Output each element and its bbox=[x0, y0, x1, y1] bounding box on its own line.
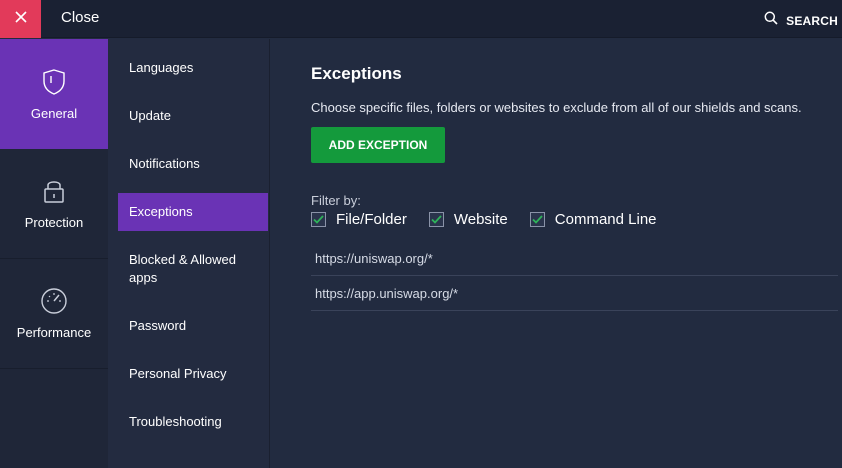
filter-file-folder[interactable]: File/Folder bbox=[311, 211, 407, 228]
page-description: Choose specific files, folders or websit… bbox=[311, 100, 802, 115]
checkbox-file-folder[interactable] bbox=[311, 212, 326, 227]
checkmark-icon bbox=[313, 215, 324, 224]
rail-item-performance[interactable]: Performance bbox=[0, 259, 108, 369]
filter-label-website: Website bbox=[453, 211, 508, 228]
checkmark-icon bbox=[532, 215, 543, 224]
exception-row[interactable]: https://uniswap.org/* bbox=[311, 241, 838, 276]
page-title: Exceptions bbox=[311, 64, 402, 83]
lock-icon bbox=[40, 177, 68, 205]
rail-item-label: Performance bbox=[16, 325, 92, 340]
subnav-item-label: Exceptions bbox=[129, 204, 193, 219]
search-button[interactable]: SEARCH bbox=[764, 11, 838, 30]
subnav-item-personal-privacy[interactable]: Personal Privacy bbox=[118, 365, 268, 383]
shield-icon bbox=[40, 68, 68, 96]
exceptions-list: https://uniswap.org/* https://app.uniswa… bbox=[311, 241, 838, 311]
title-bar: Close SEARCH bbox=[0, 0, 842, 38]
subnav-item-exceptions[interactable]: Exceptions bbox=[118, 193, 268, 231]
rail-item-general[interactable]: General bbox=[0, 39, 108, 149]
filter-command-line[interactable]: Command Line bbox=[529, 211, 657, 228]
subnav-item-blocked-allowed-apps[interactable]: Blocked & Allowed apps bbox=[118, 251, 258, 287]
settings-subnav: Languages Update Notifications Exception… bbox=[108, 39, 270, 468]
close-button[interactable] bbox=[0, 0, 41, 38]
filter-label-command-line: Command Line bbox=[554, 211, 657, 228]
add-exception-button[interactable]: ADD EXCEPTION bbox=[311, 127, 445, 163]
rail-item-label: Protection bbox=[24, 215, 84, 230]
close-label[interactable]: Close bbox=[61, 9, 99, 26]
filter-group: File/Folder Website Command Line bbox=[311, 211, 679, 228]
subnav-item-update[interactable]: Update bbox=[118, 107, 268, 125]
subnav-item-notifications[interactable]: Notifications bbox=[118, 155, 268, 173]
checkbox-command-line[interactable] bbox=[529, 212, 545, 227]
rail-item-protection[interactable]: Protection bbox=[0, 149, 108, 259]
subnav-item-password[interactable]: Password bbox=[118, 317, 268, 335]
subnav-item-languages[interactable]: Languages bbox=[118, 59, 268, 77]
filter-label-file-folder: File/Folder bbox=[336, 211, 407, 228]
filter-website[interactable]: Website bbox=[428, 211, 508, 228]
rail-item-label: General bbox=[30, 105, 78, 121]
category-rail: General Protection Performance bbox=[0, 39, 108, 468]
exceptions-panel: Exceptions Choose specific files, folder… bbox=[271, 39, 842, 468]
checkmark-icon bbox=[431, 215, 442, 224]
filter-label: Filter by: bbox=[311, 193, 361, 208]
close-icon bbox=[14, 10, 27, 28]
checkbox-website[interactable] bbox=[428, 212, 444, 227]
subnav-item-troubleshooting[interactable]: Troubleshooting bbox=[118, 413, 268, 431]
exception-row[interactable]: https://app.uniswap.org/* bbox=[311, 276, 838, 311]
search-icon bbox=[764, 11, 778, 30]
speedometer-icon bbox=[40, 287, 68, 315]
search-label: SEARCH bbox=[786, 13, 838, 28]
